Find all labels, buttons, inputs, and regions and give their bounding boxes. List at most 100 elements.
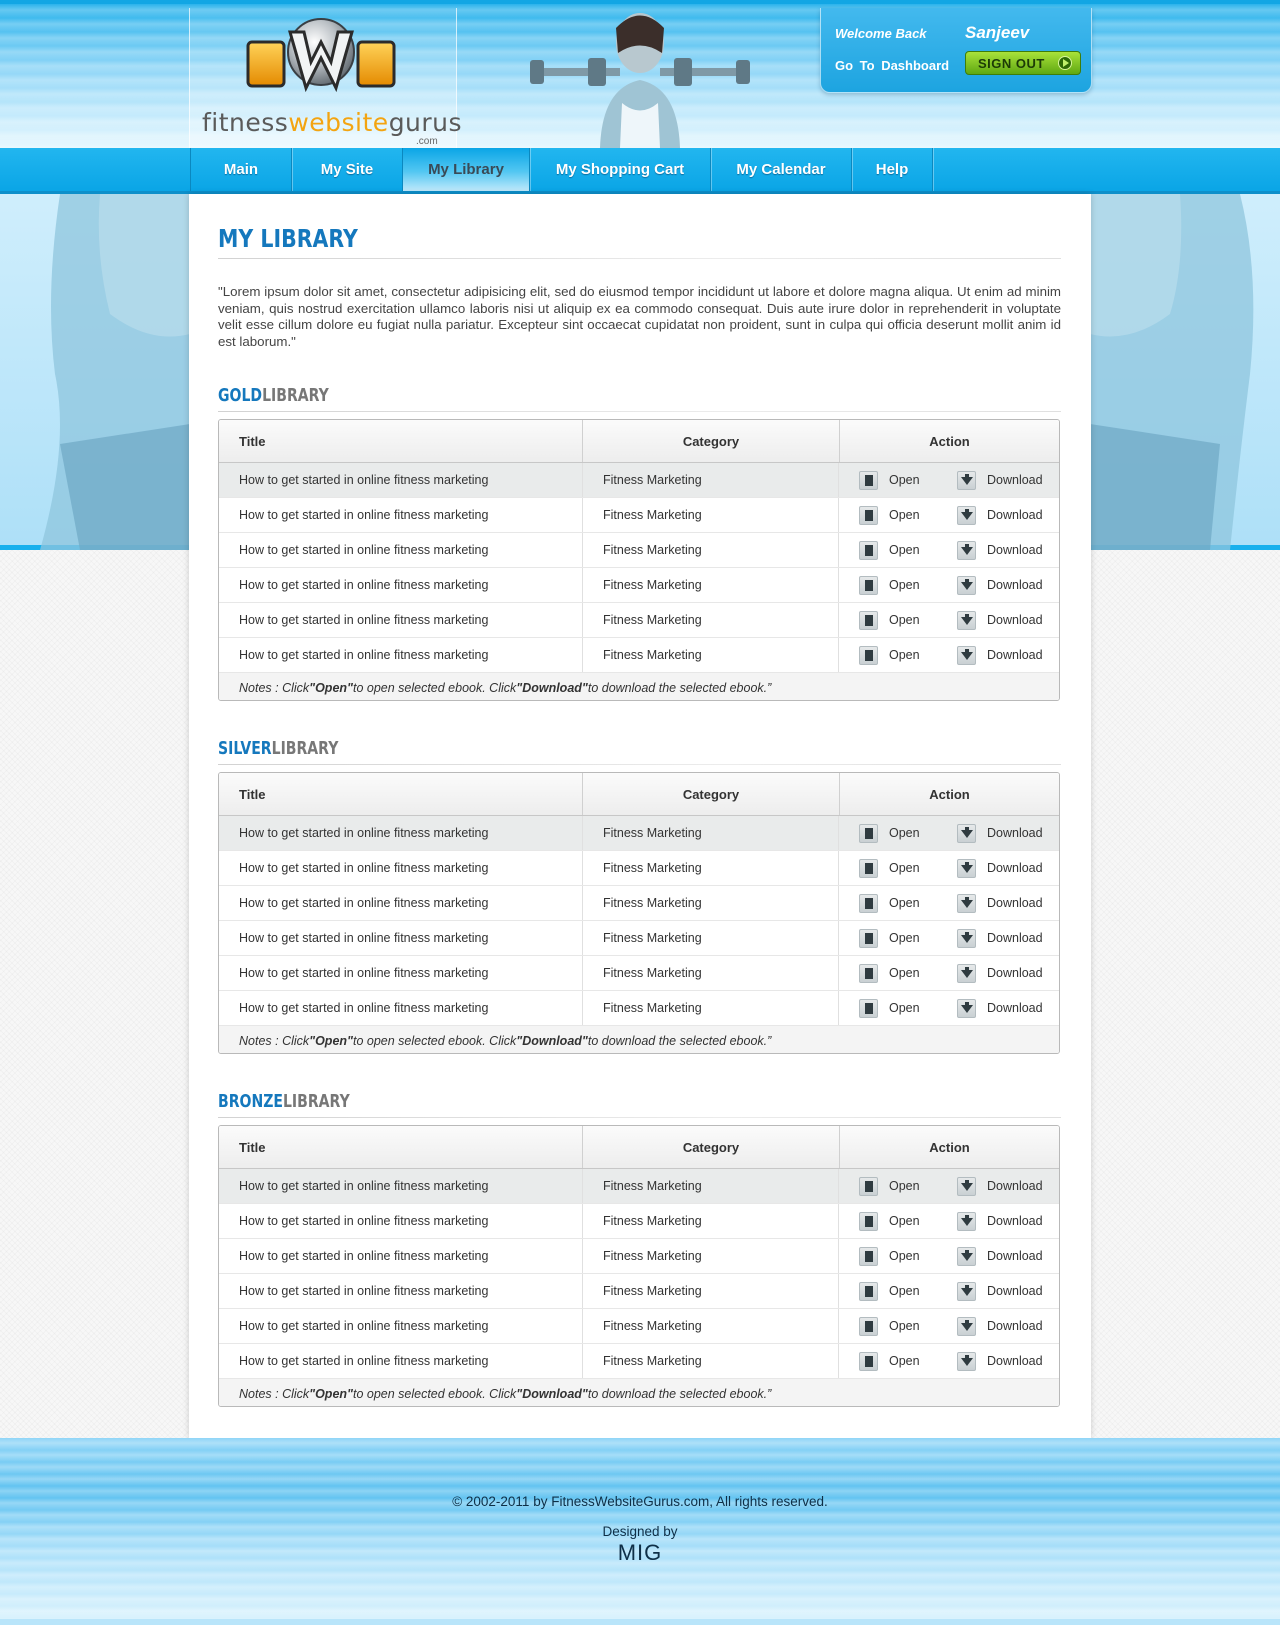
download-button[interactable]: Download: [957, 1316, 1043, 1336]
nav-item-main[interactable]: Main: [190, 148, 292, 191]
ebook-title: How to get started in online fitness mar…: [219, 638, 583, 672]
note-text: Notes : Click: [239, 680, 310, 695]
ebook-title: How to get started in online fitness mar…: [219, 533, 583, 567]
document-icon: [859, 928, 878, 948]
download-button[interactable]: Download: [957, 1281, 1043, 1301]
ebook-title: How to get started in online fitness mar…: [219, 463, 583, 497]
open-button[interactable]: Open: [859, 1176, 957, 1196]
nav-item-my-library[interactable]: My Library: [403, 148, 530, 191]
open-button[interactable]: Open: [859, 1281, 957, 1301]
download-arrow-icon: [957, 893, 976, 913]
open-button[interactable]: Open: [859, 823, 957, 843]
library-word: LIBRARY: [282, 1091, 350, 1112]
ebook-category: Fitness Marketing: [583, 851, 839, 885]
download-button[interactable]: Download: [957, 963, 1043, 983]
download-label: Download: [987, 931, 1043, 945]
note-text: to open selected ebook. Click: [352, 680, 517, 695]
row-actions: Open Download: [839, 1344, 1059, 1378]
download-button[interactable]: Download: [957, 858, 1043, 878]
column-header-category[interactable]: Category: [583, 773, 840, 815]
ebook-category: Fitness Marketing: [583, 568, 839, 602]
logo[interactable]: fitnesswebsitegurus .com: [189, 8, 462, 148]
open-button[interactable]: Open: [859, 893, 957, 913]
table-row: How to get started in online fitness mar…: [219, 991, 1059, 1026]
table-row: How to get started in online fitness mar…: [219, 533, 1059, 568]
row-actions: Open Download: [839, 1169, 1059, 1203]
download-button[interactable]: Download: [957, 540, 1043, 560]
row-actions: Open Download: [839, 638, 1059, 672]
download-arrow-icon: [957, 1316, 976, 1336]
nav-item-my-site[interactable]: My Site: [292, 148, 403, 191]
open-button[interactable]: Open: [859, 1211, 957, 1231]
library-table: Title Category Action How to get started in…: [218, 772, 1060, 1054]
column-header-category[interactable]: Category: [583, 420, 840, 462]
document-icon: [859, 575, 878, 595]
table-row: How to get started in online fitness mar…: [219, 1204, 1059, 1239]
table-note: Notes : Click "Open" to open selected eb…: [219, 1379, 1059, 1406]
open-button[interactable]: Open: [859, 963, 957, 983]
download-button[interactable]: Download: [957, 928, 1043, 948]
download-button[interactable]: Download: [957, 1211, 1043, 1231]
designed-by-label: Designed by: [602, 1524, 678, 1539]
open-button[interactable]: Open: [859, 470, 957, 490]
note-text: to download the selected ebook.”: [587, 1386, 772, 1401]
download-button[interactable]: Download: [957, 575, 1043, 595]
download-button[interactable]: Download: [957, 645, 1043, 665]
ebook-title: How to get started in online fitness mar…: [219, 1239, 583, 1273]
open-button[interactable]: Open: [859, 998, 957, 1018]
open-button[interactable]: Open: [859, 610, 957, 630]
download-button[interactable]: Download: [957, 1176, 1043, 1196]
row-actions: Open Download: [839, 498, 1059, 532]
library-section-title: SILVERLIBRARY: [218, 738, 338, 762]
open-button[interactable]: Open: [859, 1316, 957, 1336]
download-button[interactable]: Download: [957, 823, 1043, 843]
document-icon: [859, 1316, 878, 1336]
open-button[interactable]: Open: [859, 575, 957, 595]
row-actions: Open Download: [839, 1204, 1059, 1238]
open-button[interactable]: Open: [859, 540, 957, 560]
sign-out-button[interactable]: SIGN OUT: [965, 51, 1081, 75]
download-button[interactable]: Download: [957, 505, 1043, 525]
nav-item-my-shopping-cart[interactable]: My Shopping Cart: [530, 148, 711, 191]
open-button[interactable]: Open: [859, 645, 957, 665]
nav-item-my-calendar[interactable]: My Calendar: [711, 148, 852, 191]
download-button[interactable]: Download: [957, 610, 1043, 630]
ebook-category: Fitness Marketing: [583, 1239, 839, 1273]
download-label: Download: [987, 473, 1043, 487]
document-icon: [859, 1281, 878, 1301]
download-label: Download: [987, 1179, 1043, 1193]
table-row: How to get started in online fitness mar…: [219, 886, 1059, 921]
download-button[interactable]: Download: [957, 998, 1043, 1018]
library-level: BRONZE: [218, 1091, 283, 1112]
open-label: Open: [889, 648, 920, 662]
ebook-category: Fitness Marketing: [583, 1169, 839, 1203]
column-header-title[interactable]: Title: [219, 1126, 583, 1168]
document-icon: [859, 470, 878, 490]
open-label: Open: [889, 508, 920, 522]
download-button[interactable]: Download: [957, 893, 1043, 913]
open-button[interactable]: Open: [859, 1351, 957, 1371]
download-button[interactable]: Download: [957, 1351, 1043, 1371]
download-button[interactable]: Download: [957, 1246, 1043, 1266]
column-header-title[interactable]: Title: [219, 773, 583, 815]
ebook-category: Fitness Marketing: [583, 638, 839, 672]
ebook-category: Fitness Marketing: [583, 1344, 839, 1378]
column-header-category[interactable]: Category: [583, 1126, 840, 1168]
open-button[interactable]: Open: [859, 1246, 957, 1266]
download-button[interactable]: Download: [957, 470, 1043, 490]
ebook-title: How to get started in online fitness mar…: [219, 603, 583, 637]
open-button[interactable]: Open: [859, 928, 957, 948]
open-button[interactable]: Open: [859, 505, 957, 525]
nav-item-help[interactable]: Help: [852, 148, 933, 191]
document-icon: [859, 645, 878, 665]
download-arrow-icon: [957, 1281, 976, 1301]
go-to-dashboard-link[interactable]: Go To Dashboard: [835, 58, 949, 73]
open-button[interactable]: Open: [859, 858, 957, 878]
ebook-title: How to get started in online fitness mar…: [219, 1309, 583, 1343]
row-actions: Open Download: [839, 816, 1059, 850]
table-row: How to get started in online fitness mar…: [219, 1169, 1059, 1204]
column-header-title[interactable]: Title: [219, 420, 583, 462]
note-text: Notes : Click: [239, 1033, 310, 1048]
right-torso-image: [1090, 194, 1254, 550]
download-label: Download: [987, 613, 1043, 627]
